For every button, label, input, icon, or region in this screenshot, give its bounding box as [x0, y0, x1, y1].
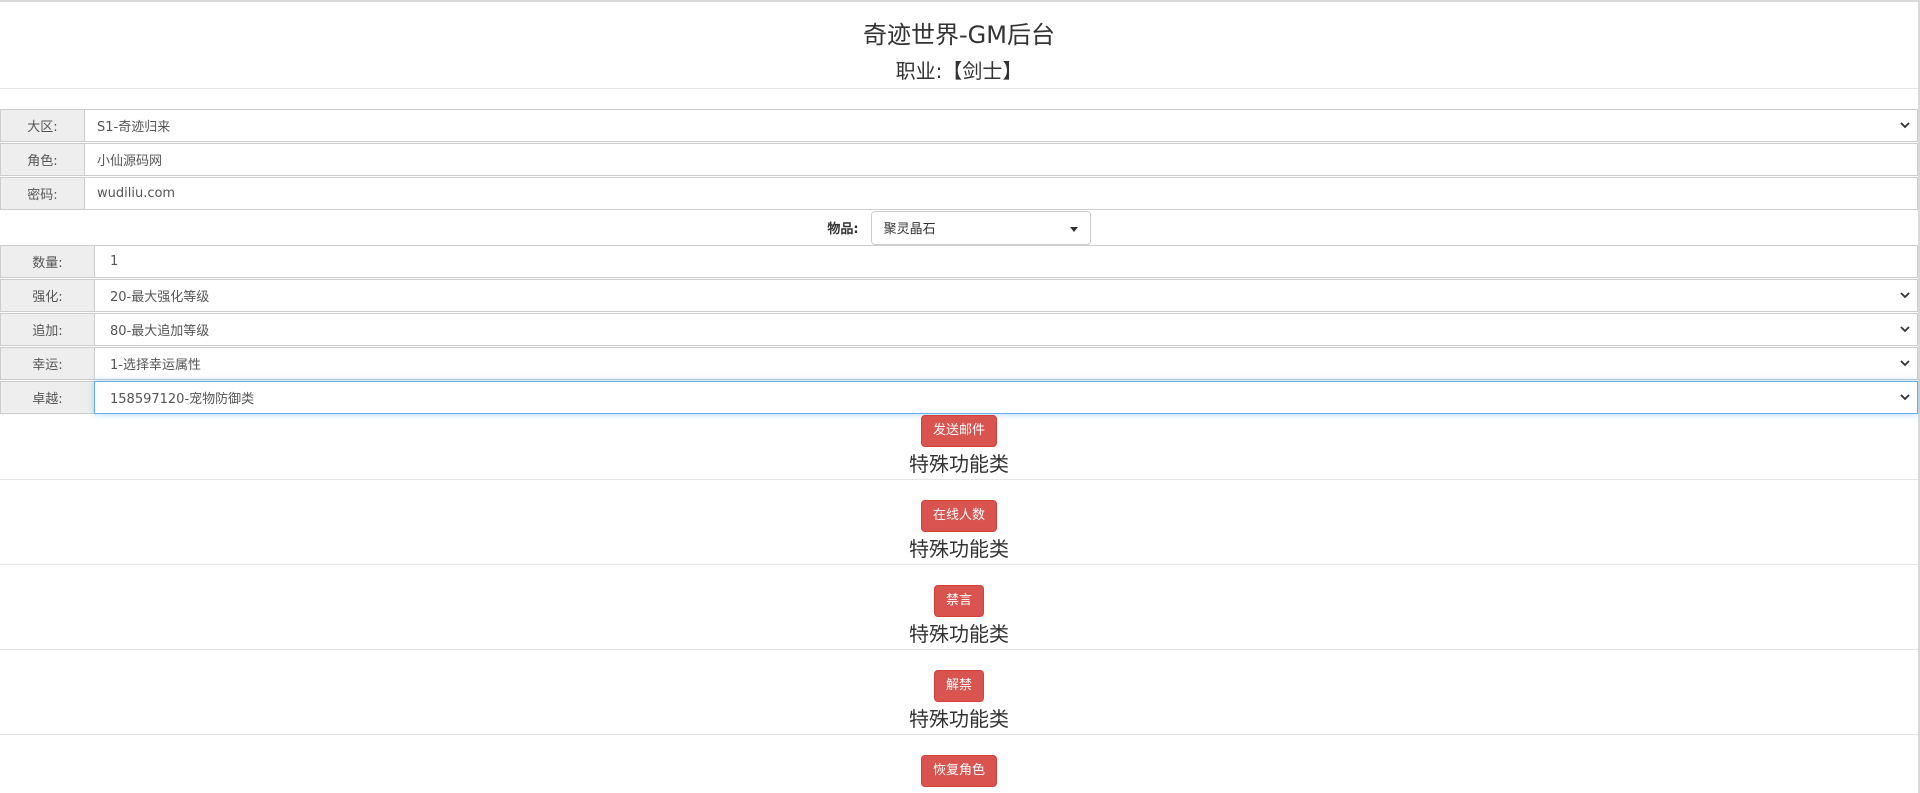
gm-admin-page: 奇迹世界-GM后台 职业:【剑士】 大区: S1-奇迹归来 角色: 小仙源码网 … [0, 0, 1920, 793]
password-row: 密码: wudiliu.com [0, 177, 1918, 210]
luck-value: 1-选择幸运属性 [110, 358, 201, 373]
append-select[interactable]: 80-最大追加等级 [94, 313, 1918, 346]
excellent-label: 卓越: [0, 381, 94, 414]
section-title-special: 特殊功能类 [909, 452, 1009, 476]
excellent-row: 卓越: 158597120-宠物防御类 [0, 381, 1918, 414]
excellent-value: 158597120-宠物防御类 [110, 392, 255, 407]
page-header: 奇迹世界-GM后台 职业:【剑士】 [0, 2, 1918, 89]
role-input[interactable]: 小仙源码网 [84, 143, 1918, 176]
password-value: wudiliu.com [97, 186, 176, 201]
enhance-label: 强化: [0, 279, 94, 312]
section-title-special: 特殊功能类 [909, 622, 1009, 646]
class-subtitle: 职业:【剑士】 [895, 59, 1023, 83]
section-divider [0, 649, 1918, 650]
luck-row: 幸运: 1-选择幸运属性 [0, 347, 1918, 380]
chevron-down-icon [1900, 360, 1910, 367]
luck-label: 幸运: [0, 347, 94, 380]
unmute-button[interactable]: 解禁 [933, 670, 985, 702]
append-row: 追加: 80-最大追加等级 [0, 313, 1918, 346]
quantity-input[interactable]: 1 [94, 245, 1918, 278]
role-row: 角色: 小仙源码网 [0, 143, 1918, 176]
mute-button[interactable]: 禁言 [933, 585, 985, 617]
page-title: 奇迹世界-GM后台 [863, 21, 1055, 49]
region-value: S1-奇迹归来 [97, 120, 171, 135]
section-divider [0, 564, 1918, 565]
region-label: 大区: [0, 109, 84, 142]
role-label: 角色: [0, 143, 84, 176]
section-title-special: 特殊功能类 [909, 537, 1009, 561]
quantity-value: 1 [110, 254, 119, 269]
section-title-special: 特殊功能类 [909, 707, 1009, 731]
chevron-down-icon [1900, 122, 1910, 129]
region-row: 大区: S1-奇迹归来 [0, 109, 1918, 142]
quantity-label: 数量: [0, 245, 94, 278]
restore-role-button[interactable]: 恢复角色 [920, 755, 998, 787]
section-divider [0, 479, 1918, 480]
item-value: 聚灵晶石 [883, 222, 936, 237]
online-count-button[interactable]: 在线人数 [920, 500, 998, 532]
enhance-row: 强化: 20-最大强化等级 [0, 279, 1918, 312]
item-row: 物品: 聚灵晶石 [0, 210, 1918, 245]
append-label: 追加: [0, 313, 94, 346]
send-mail-button[interactable]: 发送邮件 [920, 415, 998, 447]
chevron-down-icon [1900, 394, 1910, 401]
password-input[interactable]: wudiliu.com [84, 177, 1918, 210]
chevron-down-icon [1900, 292, 1910, 299]
excellent-select[interactable]: 158597120-宠物防御类 [94, 381, 1918, 414]
role-value: 小仙源码网 [97, 154, 163, 169]
enhance-select[interactable]: 20-最大强化等级 [94, 279, 1918, 312]
chevron-down-icon [1900, 326, 1910, 333]
password-label: 密码: [0, 177, 84, 210]
region-select[interactable]: S1-奇迹归来 [84, 109, 1918, 142]
append-value: 80-最大追加等级 [110, 324, 210, 339]
caret-down-icon [1069, 226, 1078, 232]
item-dropdown[interactable]: 聚灵晶石 [870, 210, 1091, 245]
item-label: 物品: [827, 222, 859, 237]
quantity-row: 数量: 1 [0, 245, 1918, 278]
section-divider [0, 734, 1918, 735]
luck-select[interactable]: 1-选择幸运属性 [94, 347, 1918, 380]
enhance-value: 20-最大强化等级 [110, 290, 210, 305]
